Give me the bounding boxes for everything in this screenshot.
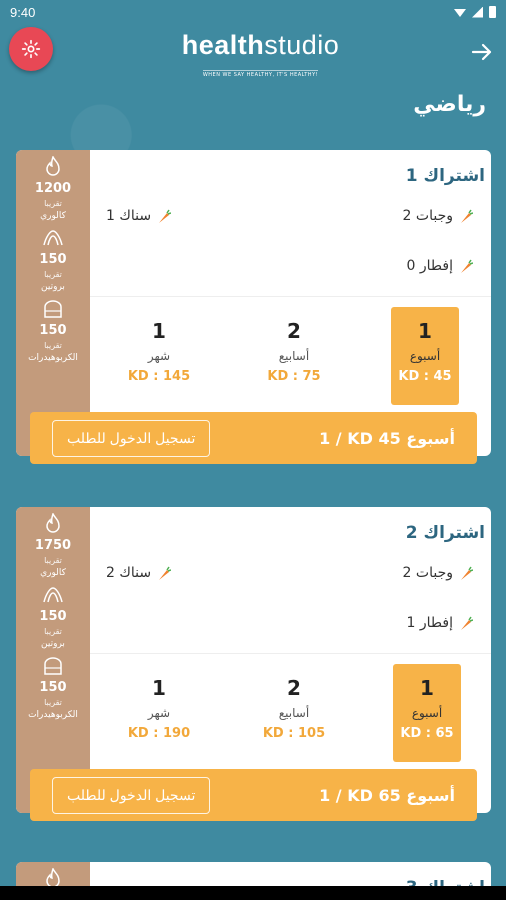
- plan-unit: أسبوع: [409, 349, 441, 363]
- protein-icon: [42, 584, 64, 606]
- breakfast-text: 1 إفطار: [406, 615, 453, 631]
- plan-option-1-week[interactable]: 1 أسبوع KD : 45: [391, 307, 459, 405]
- logo-tagline: WHEN WE SAY HEALTHY, IT'S HEALTHY!: [202, 70, 319, 78]
- plan-price: KD : 45: [398, 369, 452, 384]
- plan-unit: شهر: [147, 349, 171, 363]
- order-bar: تسجيل الدخول للطلب 1 / KD 45 أسبوع: [30, 412, 477, 464]
- arrow-right-icon: [471, 43, 492, 61]
- plan-unit: شهر: [147, 706, 171, 720]
- plan-price: KD : 145: [127, 369, 191, 384]
- protein-label: بروتين: [41, 639, 65, 649]
- protein-approx: تقريبا: [44, 270, 62, 279]
- subscription-card-2: 1750 تقريبا كالوري 150 تقريبا بروتين 150…: [16, 507, 491, 821]
- logo-bold-text: health: [181, 30, 265, 60]
- nutrition-panel: 1200 تقريبا كالوري 150 تقريبا بروتين 150…: [16, 150, 90, 456]
- calories-label: كالوري: [40, 568, 66, 578]
- plan-number: 1: [418, 319, 432, 343]
- plan-number: 1: [152, 319, 166, 343]
- meals-feature: 2 وجبات: [403, 208, 473, 224]
- carbs-approx: تقريبا: [44, 698, 62, 707]
- page-title: رياضي: [413, 92, 486, 117]
- plan-number: 2: [287, 319, 301, 343]
- selected-plan-summary: 1 / KD 65 أسبوع: [319, 785, 455, 805]
- status-time: 9:40: [10, 4, 36, 20]
- snacks-feature: 2 سناك: [106, 565, 172, 581]
- plan-unit: أسبوع: [411, 706, 443, 720]
- protein-value: 150: [39, 609, 67, 624]
- bread-icon: [42, 655, 64, 677]
- carbs-value: 150: [39, 323, 67, 338]
- carrot-icon: [159, 209, 172, 223]
- plan-option-2-weeks[interactable]: 2 أسابيع KD : 105: [260, 664, 328, 762]
- protein-value: 150: [39, 252, 67, 267]
- settings-button[interactable]: [9, 27, 53, 71]
- snacks-text: 1 سناك: [106, 208, 152, 224]
- plan-number: 2: [287, 676, 301, 700]
- calories-approx: تقريبا: [44, 556, 62, 565]
- calories-approx: تقريبا: [44, 199, 62, 208]
- meals-text: 2 وجبات: [402, 208, 453, 224]
- flame-icon: [42, 513, 64, 535]
- meals-feature: 2 وجبات: [403, 565, 473, 581]
- battery-icon: [489, 6, 496, 18]
- calories-value: 1200: [34, 181, 72, 196]
- nutrition-panel: 1750 تقريبا كالوري 150 تقريبا بروتين 150…: [16, 507, 90, 813]
- calories-label: كالوري: [40, 211, 66, 221]
- subscription-card-1: 1200 تقريبا كالوري 150 تقريبا بروتين 150…: [16, 150, 491, 464]
- status-bar: 9:40: [0, 0, 506, 24]
- protein-approx: تقريبا: [44, 627, 62, 636]
- breakfast-feature: 1 إفطار: [407, 615, 473, 631]
- calories-value: 1750: [34, 538, 72, 553]
- navigation-bar: [0, 886, 506, 900]
- status-icons: [454, 6, 496, 18]
- card-divider: [90, 296, 491, 297]
- carbs-label: الكربوهيدرات: [28, 710, 78, 720]
- plan-price: KD : 190: [127, 726, 191, 741]
- plan-option-1-week[interactable]: 1 أسبوع KD : 65: [393, 664, 461, 762]
- meals-text: 2 وجبات: [402, 565, 453, 581]
- plan-unit: أسابيع: [278, 349, 310, 363]
- card-title: اشتراك 1: [405, 166, 485, 186]
- logo-light-text: studio: [264, 30, 340, 60]
- card-divider: [90, 653, 491, 654]
- breakfast-feature: 0 إفطار: [407, 258, 473, 274]
- carrot-icon: [461, 616, 473, 630]
- plan-price: KD : 65: [400, 726, 454, 741]
- plan-price: KD : 105: [262, 726, 326, 741]
- plan-number: 1: [420, 676, 434, 700]
- carbs-value: 150: [39, 680, 67, 695]
- signal-icon: [472, 6, 483, 18]
- protein-icon: [42, 227, 64, 249]
- plan-option-1-month[interactable]: 1 شهر KD : 190: [125, 664, 193, 762]
- snacks-feature: 1 سناك: [106, 208, 172, 224]
- plan-unit: أسابيع: [278, 706, 310, 720]
- card-title: اشتراك 2: [405, 523, 485, 543]
- selected-plan-summary: 1 / KD 45 أسبوع: [319, 428, 455, 448]
- back-button[interactable]: [470, 40, 496, 66]
- login-to-order-button[interactable]: تسجيل الدخول للطلب: [52, 419, 211, 457]
- carbs-label: الكربوهيدرات: [28, 353, 78, 363]
- order-bar: تسجيل الدخول للطلب 1 / KD 65 أسبوع: [30, 769, 477, 821]
- wifi-icon: [454, 9, 466, 17]
- carbs-approx: تقريبا: [44, 341, 62, 350]
- snacks-text: 2 سناك: [106, 565, 152, 581]
- carrot-icon: [461, 566, 473, 580]
- bread-icon: [42, 298, 64, 320]
- carrot-icon: [461, 209, 473, 223]
- app-logo: healthstudio WHEN WE SAY HEALTHY, IT'S H…: [158, 30, 363, 80]
- plan-number: 1: [152, 676, 166, 700]
- plan-option-2-weeks[interactable]: 2 أسابيع KD : 75: [260, 307, 328, 405]
- plan-price: KD : 75: [267, 369, 321, 384]
- breakfast-text: 0 إفطار: [406, 258, 453, 274]
- plan-option-1-month[interactable]: 1 شهر KD : 145: [125, 307, 193, 405]
- carrot-icon: [461, 259, 473, 273]
- login-to-order-button[interactable]: تسجيل الدخول للطلب: [52, 776, 211, 814]
- gear-icon: [21, 39, 41, 59]
- protein-label: بروتين: [41, 282, 65, 292]
- carrot-icon: [159, 566, 172, 580]
- flame-icon: [42, 156, 64, 178]
